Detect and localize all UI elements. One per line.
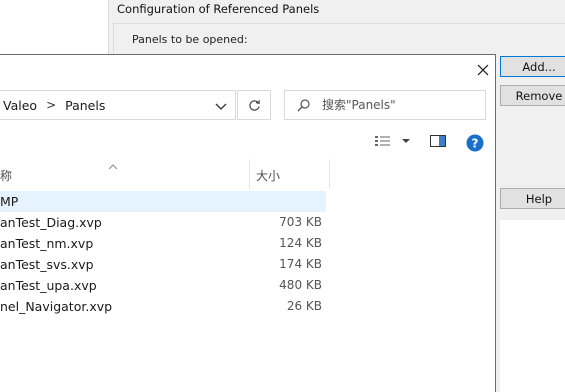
group-border <box>113 23 565 24</box>
list-item[interactable]: MP <box>0 191 326 212</box>
close-button[interactable] <box>469 56 497 84</box>
preview-pane-button[interactable] <box>430 135 446 150</box>
view-options-icon <box>375 136 390 146</box>
file-name: anTest_svs.xvp <box>0 257 94 272</box>
file-size: 174 KB <box>279 257 322 271</box>
column-header: 称 大小 <box>0 159 330 189</box>
list-item[interactable]: anTest_nm.xvp 124 KB <box>0 233 330 254</box>
file-size: 703 KB <box>279 215 322 229</box>
refresh-button[interactable] <box>237 90 271 120</box>
search-input[interactable] <box>322 98 472 112</box>
chevron-down-icon <box>402 139 410 143</box>
preview-pane-icon <box>430 135 446 147</box>
chevron-down-icon[interactable] <box>215 100 227 114</box>
column-size-header[interactable]: 大小 <box>256 167 280 184</box>
breadcrumb-item-valeo[interactable]: Valeo <box>3 98 37 113</box>
help-toolbar-button[interactable]: ? <box>466 134 484 155</box>
remove-button[interactable]: Remove <box>500 85 565 106</box>
help-icon: ? <box>466 134 484 152</box>
background-left-area <box>0 0 108 55</box>
column-divider[interactable] <box>329 159 330 189</box>
list-item[interactable]: anTest_svs.xvp 174 KB <box>0 254 330 275</box>
address-bar[interactable]: Valeo > Panels <box>0 90 236 120</box>
breadcrumb-item-panels[interactable]: Panels <box>65 98 105 113</box>
panels-to-open-label: Panels to be opened: <box>132 33 248 46</box>
search-field[interactable] <box>284 90 486 120</box>
column-divider[interactable] <box>249 159 250 189</box>
dialog-title: Configuration of Referenced Panels <box>117 2 320 16</box>
file-name: MP <box>0 194 19 209</box>
file-name: nel_Navigator.xvp <box>0 299 113 314</box>
breadcrumb-separator: > <box>46 98 57 112</box>
search-icon <box>297 98 310 112</box>
sort-ascending-icon <box>108 159 118 173</box>
add-button[interactable]: Add... <box>500 56 565 77</box>
svg-text:?: ? <box>472 137 479 151</box>
list-item[interactable]: anTest_Diag.xvp 703 KB <box>0 212 330 233</box>
help-button[interactable]: Help <box>500 188 565 209</box>
file-open-dialog: Valeo > Panels 搜索"Panels" ? 称 大小 MP anTe… <box>0 54 496 392</box>
file-size: 26 KB <box>286 299 322 313</box>
list-item[interactable]: nel_Navigator.xvp 26 KB <box>0 296 330 317</box>
column-name-header[interactable]: 称 <box>0 167 12 184</box>
file-size: 124 KB <box>279 236 322 250</box>
list-item[interactable]: anTest_upa.xvp 480 KB <box>0 275 330 296</box>
window-shadow-edge <box>496 55 500 392</box>
background-list-area <box>500 220 565 392</box>
view-options-button[interactable] <box>375 135 411 147</box>
group-border-left <box>113 23 114 55</box>
file-list: MP anTest_Diag.xvp 703 KB anTest_nm.xvp … <box>0 191 330 317</box>
file-size: 480 KB <box>279 278 322 292</box>
refresh-icon <box>248 99 260 111</box>
file-name: anTest_upa.xvp <box>0 278 97 293</box>
file-name: anTest_nm.xvp <box>0 236 94 251</box>
divider <box>108 0 109 55</box>
close-icon <box>477 64 489 76</box>
file-name: anTest_Diag.xvp <box>0 215 102 230</box>
